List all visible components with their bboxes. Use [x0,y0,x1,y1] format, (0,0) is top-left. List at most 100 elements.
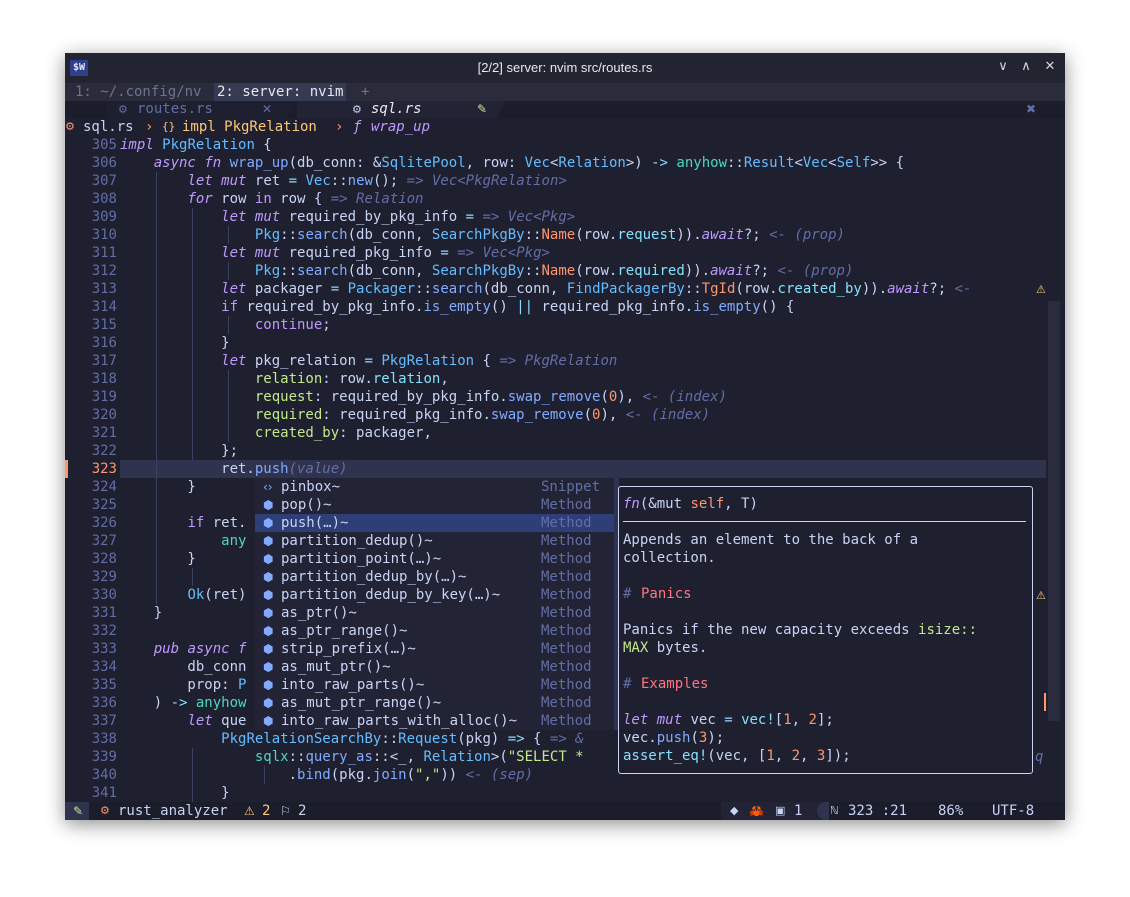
completion-label: pop()~ [281,497,332,513]
warning-count: 2 [262,803,271,819]
line-number: 337 [91,713,117,729]
code-line: let packager = Packager::search(db_conn,… [221,281,972,297]
completion-kind: Method [541,641,592,657]
tab-sql-label: sql.rs [371,101,422,117]
completion-kind: Method [541,497,592,513]
tab-separator [497,101,505,118]
completion-label: pinbox~ [281,479,341,495]
method-icon: ⬢ [263,624,274,638]
line-number: 317 [91,353,117,369]
rust-file-icon: ⚙ [65,120,75,133]
buffer-count: 1 [794,803,803,819]
breadcrumb-fn[interactable]: wrap_up [371,118,430,136]
function-icon: ƒ [353,119,362,135]
completion-label: partition_dedup_by_key(…)~ [281,587,501,603]
doc-heading-examples: Examples [641,676,709,692]
code-line: let mut ret = Vec::new(); => Vec<PkgRela… [187,173,567,189]
completion-item[interactable]: ‹› pinbox~ Snippet [255,478,614,496]
code-line: PkgRelationSearchBy::Request(pkg) => { =… [221,731,584,747]
crab-icon: 🦀 [749,804,764,818]
completion-kind: Method [541,533,592,549]
completion-item[interactable]: ⬢ partition_dedup_by_key(…)~ Method [255,586,614,604]
close-icon[interactable]: ✕ [1040,57,1060,77]
method-icon: ⬢ [263,588,274,602]
code-line: Pkg::search(db_conn, SearchPkgBy::Name(r… [254,227,845,243]
completion-label: as_mut_ptr()~ [281,659,391,675]
hint-icon: ⚐ [280,804,291,818]
completion-label: as_mut_ptr_range()~ [281,695,442,711]
maximize-icon[interactable]: ∧ [1016,57,1036,77]
git-icon: ◆ [730,804,739,817]
code-line: } [120,605,163,621]
line-number: 306 [91,155,117,171]
segment-cap [817,802,829,820]
tmux-status-bar: 1: ~/.config/nv 2: server: nvim + [65,83,1065,101]
line-number-icon: ℕ [830,804,839,817]
tab-separator [287,101,295,118]
scrollbar[interactable] [1048,301,1060,721]
completion-label: partition_dedup()~ [281,533,433,549]
breadcrumb-file[interactable]: sql.rs [83,118,134,136]
completion-kind: Method [541,659,592,675]
code-line: ) -> anyhow [120,695,247,711]
code-line: if required_by_pkg_info.is_empty() || re… [221,299,795,315]
completion-label: into_raw_parts()~ [281,677,425,693]
line-number: 336 [91,695,117,711]
method-icon: ⬢ [263,534,274,548]
line-number: 314 [91,299,117,315]
completion-item[interactable]: ⬢ into_raw_parts_with_alloc()~ Method [255,712,614,730]
code-line: impl PkgRelation { [120,137,272,153]
doc-heading-panics: Panics [641,586,692,602]
tmux-window-1[interactable]: 1: ~/.config/nv [75,83,201,101]
completion-kind: Method [541,605,592,621]
completion-item[interactable]: ⬢ partition_point(…)~ Method [255,550,614,568]
doc-panics-type: isize:: [918,622,978,638]
method-icon: ⬢ [263,498,274,512]
title-bar: $W [2/2] server: nvim src/routes.rs ∨ ∧ … [65,53,1065,83]
close-all-icon[interactable]: ✖ [1026,101,1036,118]
completion-item[interactable]: ⬢ into_raw_parts()~ Method [255,676,614,694]
completion-kind: Method [541,677,592,693]
completion-item[interactable]: ⬢ push(…)~ Method [255,514,614,532]
method-icon: ⬢ [263,570,274,584]
completion-item[interactable]: ⬢ pop()~ Method [255,496,614,514]
completion-item[interactable]: ⬢ as_mut_ptr_range()~ Method [255,694,614,712]
tab-close-icon[interactable]: ✕ [262,101,272,118]
code-line: pub async f [153,641,247,657]
line-number: 319 [91,389,117,405]
completion-label: strip_prefix(…)~ [281,641,416,657]
completion-item[interactable]: ⬢ as_ptr()~ Method [255,604,614,622]
minimize-icon[interactable]: ∨ [993,57,1013,77]
completion-item[interactable]: ⬢ as_ptr_range()~ Method [255,622,614,640]
tmux-window-2[interactable]: 2: server: nvim [214,83,347,101]
line-number: 329 [91,569,117,585]
completion-item[interactable]: ⬢ partition_dedup()~ Method [255,532,614,550]
completion-kind: Method [541,695,592,711]
completion-item[interactable]: ⬢ strip_prefix(…)~ Method [255,640,614,658]
completion-item[interactable]: ⬢ as_mut_ptr()~ Method [255,658,614,676]
completion-label: push(…)~ [281,515,349,531]
line-number: 305 [91,137,117,153]
line-number: 334 [91,659,117,675]
line-number: 339 [91,749,117,765]
hint-count: 2 [298,803,307,819]
doc-example-line-2: vec.push(3); [623,730,725,746]
completion-item[interactable]: ⬢ partition_dedup_by(…)~ Method [255,568,614,586]
method-icon: ⬢ [263,516,274,530]
code-line: let mut required_by_pkg_info = => Vec<Pk… [221,209,576,225]
line-number: 310 [91,227,117,243]
rust-file-icon: ⚙ [352,103,362,116]
method-icon: ⬢ [263,660,274,674]
tmux-new-window[interactable]: + [361,83,369,101]
doc-sig-self: self [690,496,725,512]
breadcrumb-impl[interactable]: impl PkgRelation [182,118,317,136]
line-number: 321 [91,425,117,441]
doc-sig-rest: , T) [724,496,758,512]
code-line: Pkg::search(db_conn, SearchPkgBy::Name(r… [254,263,854,279]
line-number: 327 [91,533,117,549]
line-number: 320 [91,407,117,423]
line-number: 341 [91,785,117,801]
code-line: } [120,785,230,801]
doc-example-line-1: let mut vec = vec![1, 2]; [623,712,834,728]
code-line: Ok(ret) [187,587,247,603]
